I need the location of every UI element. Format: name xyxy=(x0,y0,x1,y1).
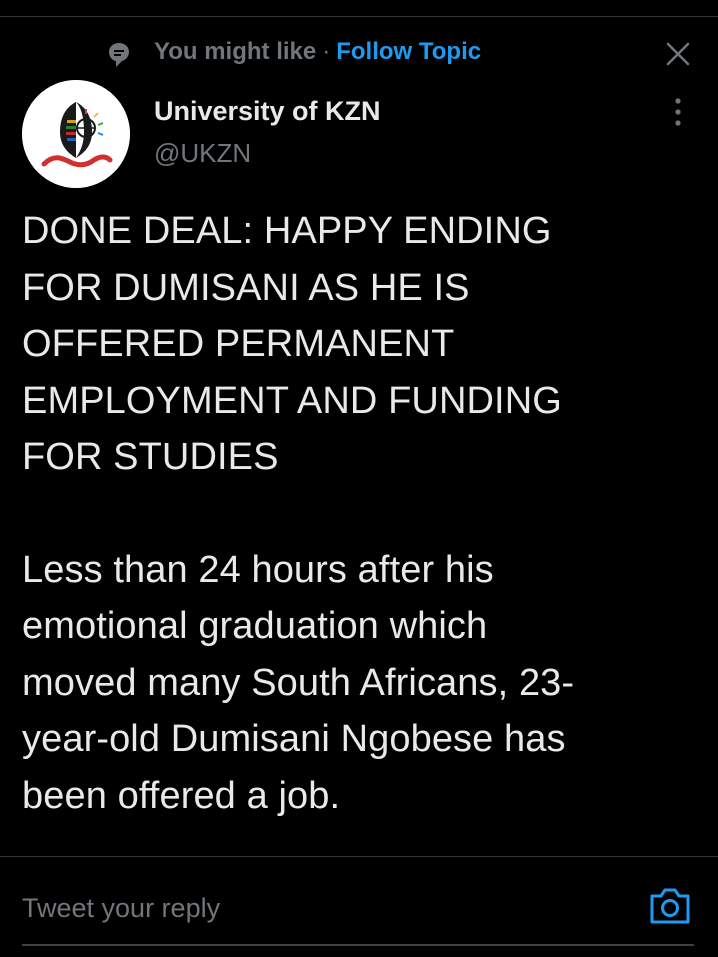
more-vertical-icon[interactable] xyxy=(668,96,688,128)
author-name[interactable]: University of KZN xyxy=(154,96,381,127)
top-divider xyxy=(0,16,718,17)
tweet-headline-line: FOR DUMISANI AS HE IS xyxy=(22,266,470,309)
tweet-headline-line: EMPLOYMENT AND FUNDING xyxy=(22,379,562,422)
tweet-body-line: emotional graduation which xyxy=(22,605,488,647)
tweet-screen: You might like · Follow Topic University… xyxy=(0,0,718,957)
tweet-headline-line: FOR STUDIES xyxy=(22,436,279,478)
follow-topic-link[interactable]: Follow Topic xyxy=(336,38,481,66)
you-might-like-label: You might like xyxy=(154,38,317,65)
tweet-text: DONE DEAL: HAPPY ENDING FOR DUMISANI AS … xyxy=(22,203,702,824)
tweet-body-line: been offered a job. xyxy=(22,774,341,817)
reply-divider xyxy=(0,856,718,857)
close-icon[interactable] xyxy=(664,40,692,68)
reply-underline xyxy=(22,944,694,946)
tweet-body-line: moved many South Africans, 23- xyxy=(22,661,575,704)
context-row: You might like · Follow Topic xyxy=(108,36,481,68)
tweet-headline-line: OFFERED PERMANENT xyxy=(22,323,455,365)
tweet-headline-line: DONE DEAL: HAPPY ENDING xyxy=(22,210,552,252)
topic-icon xyxy=(109,43,129,67)
ukzn-logo xyxy=(22,80,130,188)
context-separator: · xyxy=(322,38,331,65)
tweet-body-line: year-old Dumisani Ngobese has xyxy=(22,718,566,760)
reply-input[interactable] xyxy=(22,886,622,930)
avatar[interactable] xyxy=(22,80,130,188)
camera-icon[interactable] xyxy=(648,886,692,926)
author-handle[interactable]: @UKZN xyxy=(154,138,251,169)
tweet-body-line: Less than 24 hours after his xyxy=(22,548,494,591)
